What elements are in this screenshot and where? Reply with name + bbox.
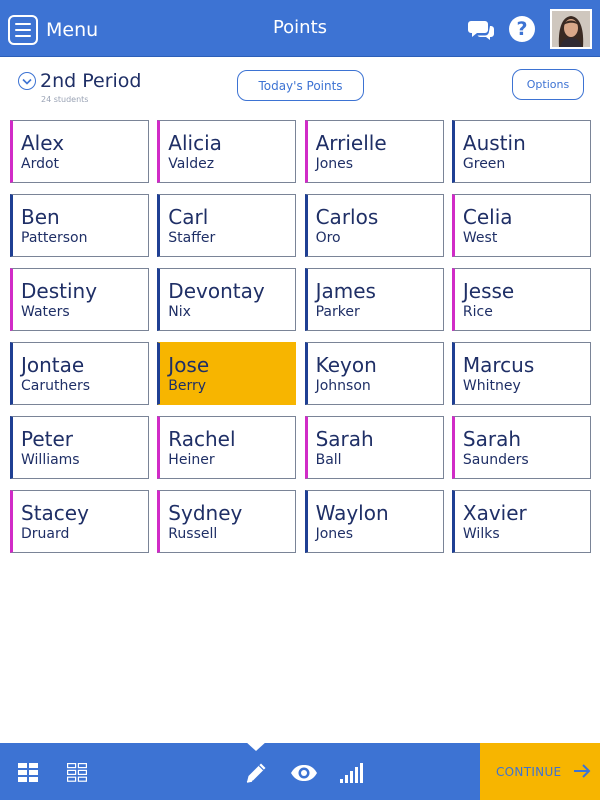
student-first-name: Austin — [462, 131, 526, 155]
student-last-name: Russell — [168, 526, 218, 542]
student-last-name: Oro — [315, 230, 341, 246]
student-card[interactable]: Keyon Johnson — [304, 342, 444, 405]
student-last-name: Ardot — [21, 156, 60, 172]
top-bar: Menu Points ? — [0, 0, 600, 57]
student-last-name: Jones — [315, 156, 354, 172]
student-card[interactable]: Alex Ardot — [10, 120, 149, 183]
avatar[interactable] — [550, 9, 592, 49]
student-first-name: Stacey — [21, 501, 89, 525]
student-card[interactable]: Destiny Waters — [10, 268, 149, 331]
student-last-name: Saunders — [462, 452, 529, 468]
period-name: 2nd Period — [40, 70, 142, 92]
student-card[interactable]: Alicia Valdez — [157, 120, 297, 183]
student-card[interactable]: Carl Staffer — [157, 194, 297, 257]
student-first-name: Celia — [462, 205, 513, 229]
student-card[interactable]: Stacey Druard — [10, 490, 149, 553]
student-card[interactable]: Peter Williams — [10, 416, 149, 479]
student-last-name: Rice — [462, 304, 493, 320]
student-first-name: Arrielle — [315, 131, 387, 155]
student-first-name: Sarah — [315, 427, 374, 451]
student-first-name: Jose — [168, 353, 210, 377]
student-first-name: Sydney — [168, 501, 243, 525]
student-card[interactable]: Sarah Saunders — [451, 416, 591, 479]
student-card[interactable]: Jose Berry — [157, 342, 297, 405]
student-last-name: Berry — [168, 378, 207, 394]
student-last-name: Nix — [168, 304, 191, 320]
student-card[interactable]: Waylon Jones — [304, 490, 444, 553]
student-last-name: Whitney — [462, 378, 521, 394]
active-tool-caret — [245, 741, 267, 751]
student-last-name: Wilks — [462, 526, 500, 542]
menu-label: Menu — [46, 19, 99, 41]
student-grid: Alex Ardot Alicia Valdez Arrielle Jones Aus… — [10, 120, 592, 553]
menu-button[interactable]: Menu — [8, 15, 100, 45]
student-last-name: Johnson — [315, 378, 371, 394]
student-card[interactable]: Arrielle Jones — [304, 120, 444, 183]
student-card[interactable]: Celia West — [451, 194, 591, 257]
arrow-right-icon — [574, 764, 591, 778]
chat-bubbles-icon[interactable] — [468, 18, 496, 42]
student-last-name: Parker — [315, 304, 360, 320]
student-first-name: Carlos — [315, 205, 379, 229]
student-last-name: Williams — [21, 452, 80, 468]
student-first-name: Devontay — [168, 279, 265, 303]
user-photo-icon — [552, 11, 590, 47]
page-title: Points — [272, 17, 328, 38]
grid-large-icon[interactable] — [18, 763, 38, 782]
chevron-down-icon — [18, 72, 36, 90]
student-card[interactable]: Sydney Russell — [157, 490, 297, 553]
period-selector[interactable]: 2nd Period — [18, 70, 141, 92]
student-card[interactable]: Austin Green — [451, 120, 591, 183]
student-last-name: Waters — [21, 304, 70, 320]
continue-button[interactable]: CONTINUE — [480, 743, 600, 800]
student-card[interactable]: Jontae Caruthers — [10, 342, 149, 405]
student-last-name: Caruthers — [21, 378, 91, 394]
hamburger-icon — [8, 15, 38, 45]
student-first-name: Ben — [21, 205, 60, 229]
student-card[interactable]: Ben Patterson — [10, 194, 149, 257]
student-last-name: West — [462, 230, 498, 246]
student-first-name: Alicia — [168, 131, 222, 155]
student-first-name: Destiny — [21, 279, 98, 303]
student-first-name: Xavier — [462, 501, 527, 525]
student-first-name: Carl — [168, 205, 209, 229]
student-card[interactable]: Carlos Oro — [304, 194, 444, 257]
todays-points-button[interactable]: Today's Points — [237, 70, 364, 101]
student-card[interactable]: Jesse Rice — [451, 268, 591, 331]
student-card[interactable]: Devontay Nix — [157, 268, 297, 331]
student-first-name: Jontae — [21, 353, 85, 377]
student-first-name: Jesse — [462, 279, 515, 303]
signal-bars-icon[interactable] — [340, 763, 365, 783]
student-last-name: Heiner — [168, 452, 215, 468]
student-first-name: Rachel — [168, 427, 236, 451]
student-first-name: Marcus — [462, 353, 535, 377]
student-card[interactable]: Sarah Ball — [304, 416, 444, 479]
student-first-name: Peter — [21, 427, 74, 451]
student-card[interactable]: Marcus Whitney — [451, 342, 591, 405]
student-card[interactable]: Rachel Heiner — [157, 416, 297, 479]
grid-small-icon[interactable] — [67, 763, 87, 782]
student-card[interactable]: Xavier Wilks — [451, 490, 591, 553]
student-count: 24 students — [41, 95, 89, 104]
student-last-name: Green — [462, 156, 506, 172]
student-first-name: Sarah — [462, 427, 521, 451]
help-icon[interactable]: ? — [509, 16, 535, 42]
student-last-name: Staffer — [168, 230, 216, 246]
student-first-name: James — [315, 279, 376, 303]
student-first-name: Keyon — [315, 353, 377, 377]
student-last-name: Patterson — [21, 230, 88, 246]
options-button[interactable]: Options — [512, 69, 584, 100]
student-last-name: Jones — [315, 526, 354, 542]
student-last-name: Druard — [21, 526, 70, 542]
pencil-icon[interactable] — [243, 760, 269, 786]
student-last-name: Valdez — [168, 156, 215, 172]
continue-label: CONTINUE — [496, 764, 562, 779]
eye-icon[interactable] — [290, 764, 318, 782]
student-card[interactable]: James Parker — [304, 268, 444, 331]
student-first-name: Alex — [21, 131, 65, 155]
student-last-name: Ball — [315, 452, 342, 468]
student-first-name: Waylon — [315, 501, 389, 525]
